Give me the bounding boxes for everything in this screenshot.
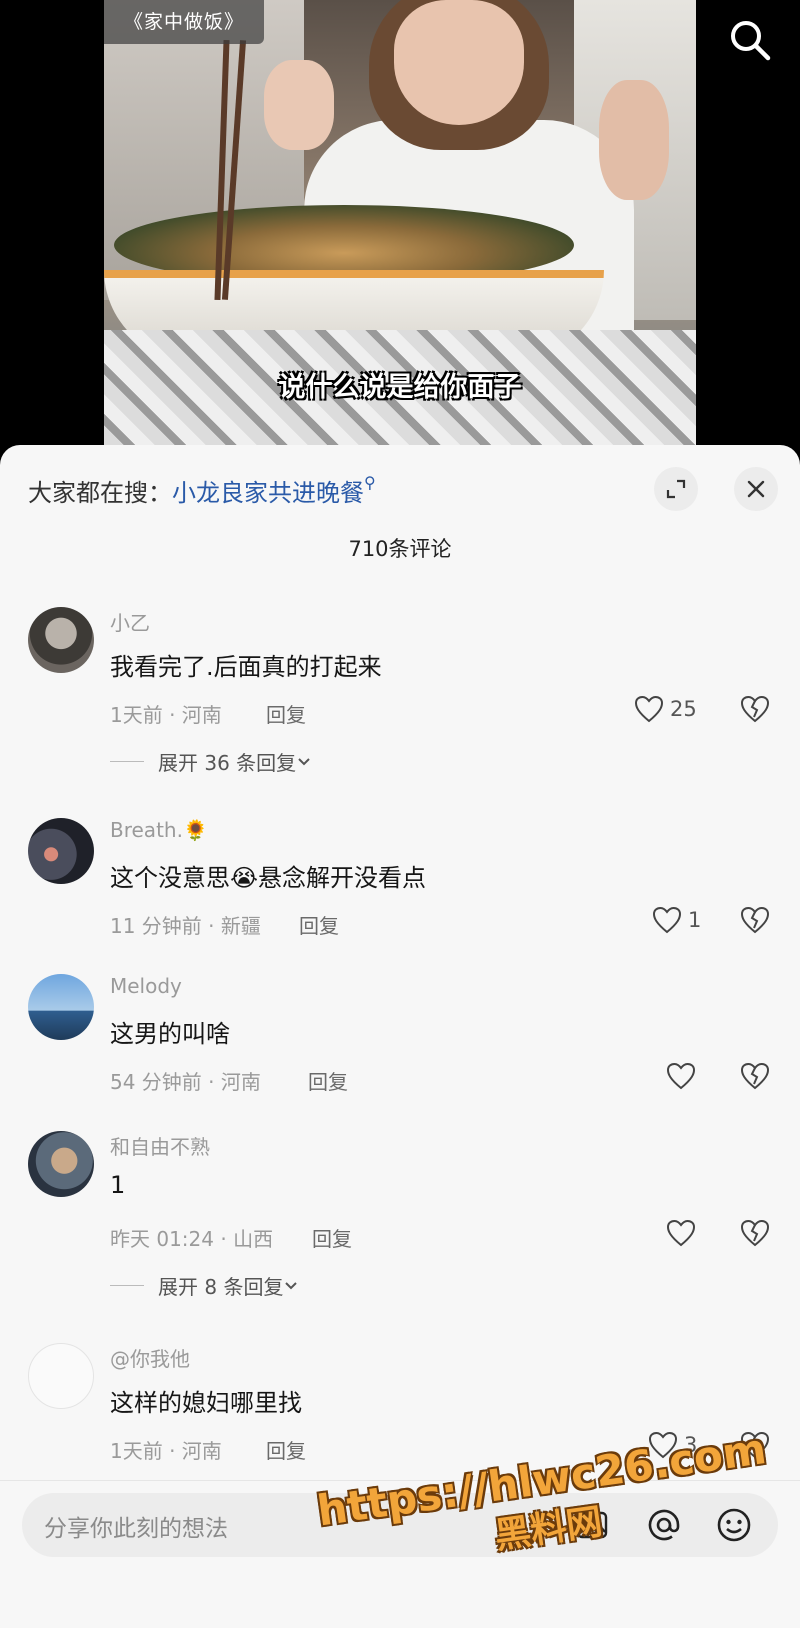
- video-player[interactable]: 《家中做饭》 说什么说是给你面子: [0, 0, 800, 460]
- comment-text: 这个没意思😭悬念解开没看点: [110, 864, 427, 892]
- comment-text: 我看完了.后面真的打起来: [110, 653, 382, 681]
- comment-author[interactable]: @你我他: [110, 1343, 190, 1372]
- video-subtitle: 说什么说是给你面子: [278, 372, 522, 403]
- comment-input-placeholder: 分享你此刻的想法: [44, 1516, 228, 1542]
- reply-button[interactable]: 回复: [312, 1223, 352, 1252]
- expand-button[interactable]: [654, 467, 698, 511]
- comment-author[interactable]: Breath.🌻: [110, 818, 208, 842]
- trending-search[interactable]: 大家都在搜：小龙良家共进晚餐⚲: [28, 473, 376, 508]
- comment-meta: 1天前 · 河南: [110, 703, 222, 727]
- heart-icon: [634, 695, 664, 723]
- reply-button[interactable]: 回复: [266, 1435, 306, 1464]
- expand-replies[interactable]: 展开 8 条回复: [110, 1271, 299, 1300]
- expand-replies[interactable]: 展开 36 条回复: [110, 747, 312, 776]
- reply-button[interactable]: 回复: [308, 1066, 348, 1095]
- comment-author[interactable]: 小乙: [110, 607, 150, 636]
- chevron-down-icon: [285, 1281, 298, 1289]
- comment-text: 这男的叫啥: [110, 1020, 230, 1048]
- expand-replies-label: 展开 36 条回复: [158, 751, 297, 775]
- search-icon[interactable]: [728, 18, 772, 62]
- comment-text: 这样的媳妇哪里找: [110, 1389, 302, 1417]
- comment-author[interactable]: Melody: [110, 974, 182, 998]
- comment-author[interactable]: 和自由不熟: [110, 1131, 210, 1160]
- reply-button[interactable]: 回复: [299, 910, 339, 939]
- expand-icon: [666, 479, 686, 499]
- comment-meta: 昨天 01:24 · 山西: [110, 1227, 274, 1251]
- reply-button[interactable]: 回复: [266, 699, 306, 728]
- trending-search-prefix: 大家都在搜：: [28, 479, 172, 507]
- avatar[interactable]: [28, 974, 94, 1040]
- like-button[interactable]: [666, 1219, 702, 1247]
- comment-meta: 54 分钟前 · 河南: [110, 1070, 261, 1094]
- trending-search-keyword[interactable]: 小龙良家共进晚餐: [172, 479, 364, 507]
- avatar[interactable]: [28, 1131, 94, 1197]
- avatar[interactable]: [28, 1343, 94, 1409]
- chevron-down-icon: [298, 757, 310, 765]
- broken-heart-icon[interactable]: [740, 1219, 770, 1247]
- video-title-tag: 《家中做饭》: [104, 0, 264, 44]
- like-button[interactable]: 25: [634, 695, 697, 723]
- close-button[interactable]: [734, 467, 778, 511]
- heart-icon: [666, 1062, 696, 1090]
- like-count: 1: [688, 908, 702, 932]
- heart-icon: [652, 906, 682, 934]
- broken-heart-icon[interactable]: [740, 1062, 770, 1090]
- broken-heart-icon[interactable]: [740, 906, 770, 934]
- comment-text: 1: [110, 1171, 126, 1199]
- broken-heart-icon[interactable]: [740, 695, 770, 723]
- like-count: 25: [670, 697, 697, 721]
- comment-meta: 11 分钟前 · 新疆: [110, 914, 261, 938]
- comment-meta: 1天前 · 河南: [110, 1439, 222, 1463]
- keyword-search-icon: ⚲: [364, 473, 376, 492]
- avatar[interactable]: [28, 607, 94, 673]
- heart-icon: [666, 1219, 696, 1247]
- like-button[interactable]: [666, 1062, 702, 1090]
- comment-count: 710条评论: [348, 537, 452, 561]
- avatar[interactable]: [28, 818, 94, 884]
- like-button[interactable]: 1: [652, 906, 701, 934]
- close-icon: [747, 480, 765, 498]
- expand-replies-label: 展开 8 条回复: [158, 1275, 284, 1299]
